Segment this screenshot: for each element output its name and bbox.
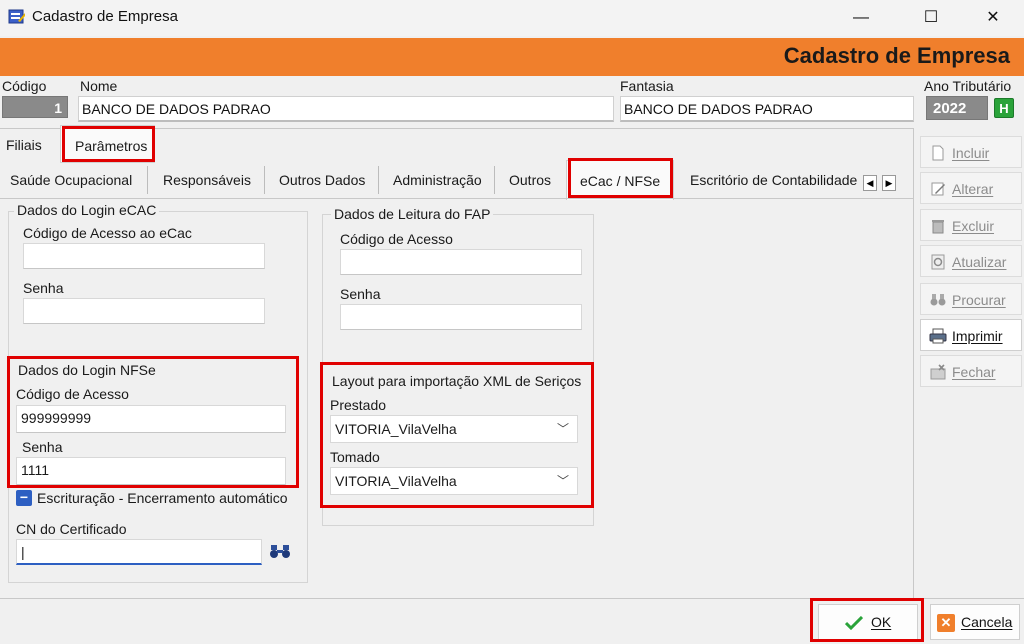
codigo-label: Código <box>2 78 47 94</box>
escrituracao-label: Escrituração - Encerramento automático <box>37 490 288 506</box>
nome-label: Nome <box>80 78 118 94</box>
tab-separator <box>147 166 148 194</box>
highlight-box <box>320 362 594 508</box>
incluir-button[interactable]: Incluir <box>920 136 1022 168</box>
atualizar-button[interactable]: Atualizar <box>920 245 1022 277</box>
fechar-label: Fechar <box>952 364 996 380</box>
highlight-box <box>62 126 155 162</box>
fap-codigo-input[interactable] <box>340 249 582 275</box>
imprimir-button[interactable]: Imprimir <box>920 319 1022 351</box>
fantasia-label: Fantasia <box>620 78 674 94</box>
minimize-button[interactable]: — <box>838 0 884 36</box>
header-band: Cadastro de Empresa <box>0 38 1024 76</box>
ecac-senha-input[interactable] <box>23 298 265 324</box>
tab-escritorio-contabilidade[interactable]: Escritório de Contabilidade <box>690 172 857 188</box>
atualizar-label: Atualizar <box>952 254 1007 270</box>
tab-outros[interactable]: Outros <box>509 172 551 188</box>
tab-scroll-right-icon[interactable]: ▶ <box>882 175 896 191</box>
tab-administracao[interactable]: Administração <box>393 172 482 188</box>
document-icon <box>932 145 944 161</box>
codigo-field[interactable]: 1 <box>2 96 68 118</box>
tab-saude-ocupacional[interactable]: Saúde Ocupacional <box>10 172 132 188</box>
fap-senha-input[interactable] <box>340 304 582 330</box>
highlight-box <box>7 356 299 488</box>
excluir-button[interactable]: Excluir <box>920 209 1022 241</box>
close-folder-icon <box>930 364 946 380</box>
refresh-icon <box>931 254 945 270</box>
highlight-box <box>568 158 673 198</box>
fap-senha-label: Senha <box>340 286 381 302</box>
procurar-label: Procurar <box>952 292 1006 308</box>
excluir-label: Excluir <box>952 218 995 234</box>
incluir-label: Incluir <box>952 145 990 161</box>
ecac-senha-label: Senha <box>23 280 64 296</box>
fechar-button[interactable]: Fechar <box>920 355 1022 387</box>
tab-responsaveis[interactable]: Responsáveis <box>163 172 251 188</box>
trash-icon <box>932 220 944 234</box>
highlight-box <box>810 598 924 642</box>
fap-group-title: Dados de Leitura do FAP <box>331 206 494 222</box>
binoculars-icon[interactable] <box>269 543 291 559</box>
ecac-codigo-input[interactable] <box>23 243 265 269</box>
alterar-button[interactable]: Alterar <box>920 172 1022 204</box>
ecac-group-title: Dados do Login eCAC <box>14 202 160 218</box>
certificado-label: CN do Certificado <box>16 521 127 537</box>
tab-scroll-left-icon[interactable]: ◀ <box>863 175 877 191</box>
binoculars-icon <box>930 294 946 306</box>
escrituracao-checkbox[interactable]: − <box>16 490 32 506</box>
divider <box>0 198 914 199</box>
alterar-label: Alterar <box>952 181 994 197</box>
tab-separator <box>378 166 379 194</box>
cancel-icon: ✕ <box>937 614 955 632</box>
ano-label: Ano Tributário <box>924 78 1012 94</box>
ano-field[interactable]: 2022 <box>926 96 988 120</box>
tab-filiais[interactable]: Filiais <box>6 137 42 153</box>
cancel-label: Cancela <box>961 614 1013 630</box>
nome-field[interactable]: BANCO DE DADOS PADRAO <box>78 96 614 122</box>
printer-icon <box>929 328 947 344</box>
tab-outros-dados[interactable]: Outros Dados <box>279 172 365 188</box>
imprimir-label: Imprimir <box>952 328 1003 344</box>
fantasia-field[interactable]: BANCO DE DADOS PADRAO <box>620 96 914 122</box>
ano-h-button[interactable]: H <box>994 98 1014 118</box>
page-title: Cadastro de Empresa <box>783 43 1010 68</box>
app-icon <box>8 9 25 24</box>
certificado-input[interactable]: | <box>16 539 262 565</box>
tab-separator <box>494 166 495 194</box>
cancel-button[interactable]: ✕ Cancela <box>930 604 1020 640</box>
fap-codigo-label: Código de Acesso <box>340 231 453 247</box>
ecac-codigo-label: Código de Acesso ao eCac <box>23 225 192 241</box>
close-button[interactable]: ✕ <box>970 0 1016 36</box>
edit-icon <box>931 182 945 196</box>
window-title: Cadastro de Empresa <box>32 8 178 25</box>
procurar-button[interactable]: Procurar <box>920 283 1022 315</box>
maximize-button[interactable]: ☐ <box>908 0 954 36</box>
tab-separator <box>264 166 265 194</box>
